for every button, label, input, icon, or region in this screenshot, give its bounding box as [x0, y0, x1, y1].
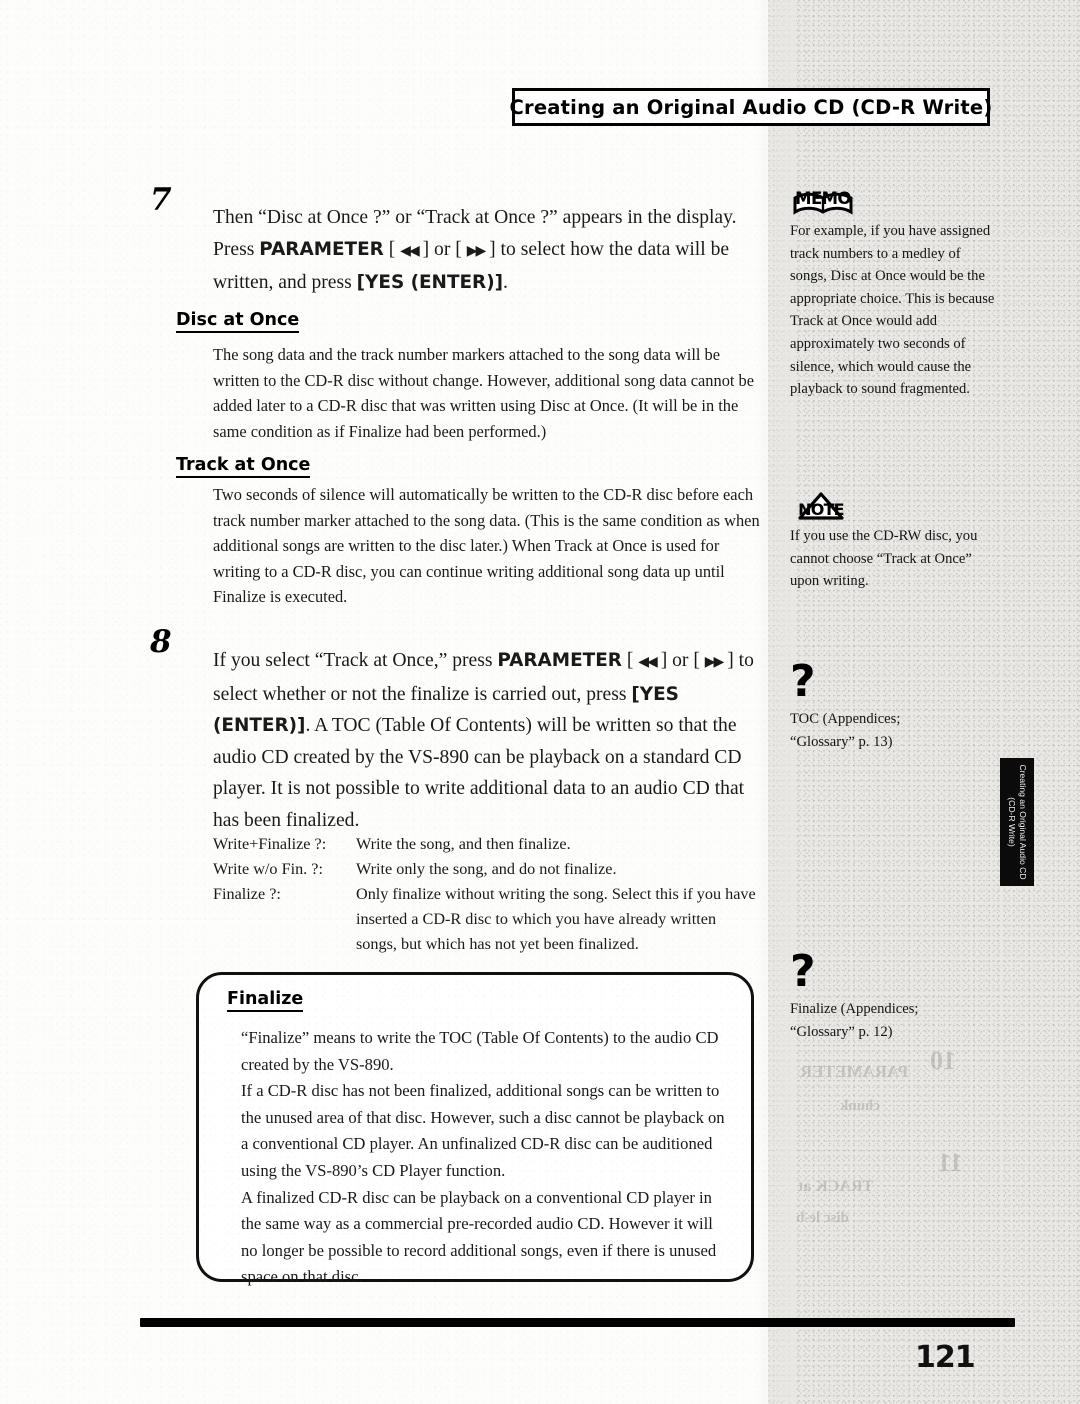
step-7-text: Then “Disc at Once ?” or “Track at Once … [213, 202, 761, 299]
section-heading-track-at-once: Track at Once [176, 455, 311, 478]
fast-forward-arrow-icon: ▶▶ [466, 242, 486, 259]
section-heading-disc-at-once: Disc at Once [176, 310, 300, 333]
write-mode-definition-list: Write+Finalize ?: Write the song, and th… [213, 832, 761, 957]
sidebar-reference-finalize-line-2: “Glossary” p. 12) [790, 1023, 893, 1040]
footer-rule [140, 1318, 1015, 1327]
step-number-7: 7 [150, 182, 172, 218]
finalize-paragraph: If a CD-R disc has not been finalized, a… [241, 1081, 725, 1180]
main-content-column: 7 Then “Disc at Once ?” or “Track at Onc… [0, 0, 768, 1404]
step-8-mid-1: ] or [ [655, 650, 705, 671]
section-body-disc-at-once: The song data and the track number marke… [213, 345, 755, 441]
sidebar-note-text: If you use the CD-RW disc, you cannot ch… [790, 528, 978, 590]
finalize-callout-box: Finalize “Finalize” means to write the T… [196, 972, 754, 1286]
chapter-thumb-tab: Creating an Original Audio CD (CD-R Writ… [1000, 758, 1034, 886]
step-7-bracket-open: [ [383, 238, 401, 260]
definition-term: Write+Finalize ?: [213, 835, 327, 853]
memo-book-icon: MEMO [790, 189, 856, 216]
sidebar-reference-toc: ? TOC (Appendices; “Glossary” p. 13) [790, 656, 995, 753]
finalize-paragraph: “Finalize” means to write the TOC (Table… [241, 1028, 719, 1074]
section-body-track-at-once: Two seconds of silence will automaticall… [213, 485, 760, 607]
definition-description: Only finalize without writing the song. … [356, 885, 756, 953]
page-number: 121 [915, 1340, 976, 1375]
definition-row: Write w/o Fin. ?: Write only the song, a… [213, 857, 761, 882]
step-7-yes-enter-label: [YES (ENTER)] [356, 272, 504, 293]
note-icon-label: NOTE [798, 500, 844, 519]
step-7-parameter-label: PARAMETER [259, 238, 384, 260]
sidebar-reference-finalize: ? Finalize (Appendices; “Glossary” p. 12… [790, 946, 995, 1043]
sidebar-note-block: NOTE If you use the CD-RW disc, you cann… [790, 492, 995, 593]
step-8-text: If you select “Track at Once,” press PAR… [213, 645, 761, 836]
sidebar-reference-finalize-line-1: Finalize (Appendices; [790, 1001, 919, 1017]
memo-icon-label: MEMO [795, 189, 851, 208]
step-8-bracket-open: [ [621, 650, 639, 671]
finalize-box-body: “Finalize” means to write the TOC (Table… [241, 1025, 731, 1291]
sidebar-memo-text: For example, if you have assigned track … [790, 223, 995, 398]
chapter-thumb-tab-label: Creating an Original Audio CD (CD-R Writ… [1007, 764, 1028, 880]
question-mark-icon: ? [790, 656, 816, 707]
definition-term: Finalize ?: [213, 885, 281, 903]
finalize-paragraph: A finalized CD-R disc can be playback on… [241, 1187, 717, 1287]
definition-row: Finalize ?: Only finalize without writin… [213, 882, 761, 957]
fast-forward-arrow-icon: ▶▶ [704, 654, 724, 670]
sidebar-memo-block: MEMO For example, if you have assigned t… [790, 189, 995, 401]
step-7-mid-1: ] or [ [417, 238, 467, 260]
definition-description: Write the song, and then finalize. [356, 835, 571, 853]
question-mark-icon: ? [790, 946, 816, 997]
finalize-box-heading: Finalize [227, 989, 304, 1012]
rewind-arrow-icon: ◀◀ [400, 242, 419, 259]
definition-row: Write+Finalize ?: Write the song, and th… [213, 832, 761, 857]
step-number-8: 8 [150, 624, 172, 660]
step-7-end: . [503, 272, 508, 293]
definition-term: Write w/o Fin. ?: [213, 860, 323, 878]
document-page: PARAMETER chunk TRACK at disc le-b 10 11… [0, 0, 1080, 1404]
sidebar-reference-toc-line-2: “Glossary” p. 13) [790, 733, 893, 750]
step-8-parameter-label: PARAMETER [497, 650, 622, 671]
note-bell-icon: NOTE [790, 492, 852, 522]
definition-description: Write only the song, and do not finalize… [356, 860, 617, 878]
step-8-part-1: If you select “Track at Once,” press [213, 650, 498, 671]
sidebar-reference-toc-line-1: TOC (Appendices; [790, 711, 901, 727]
rewind-arrow-icon: ◀◀ [638, 654, 657, 670]
